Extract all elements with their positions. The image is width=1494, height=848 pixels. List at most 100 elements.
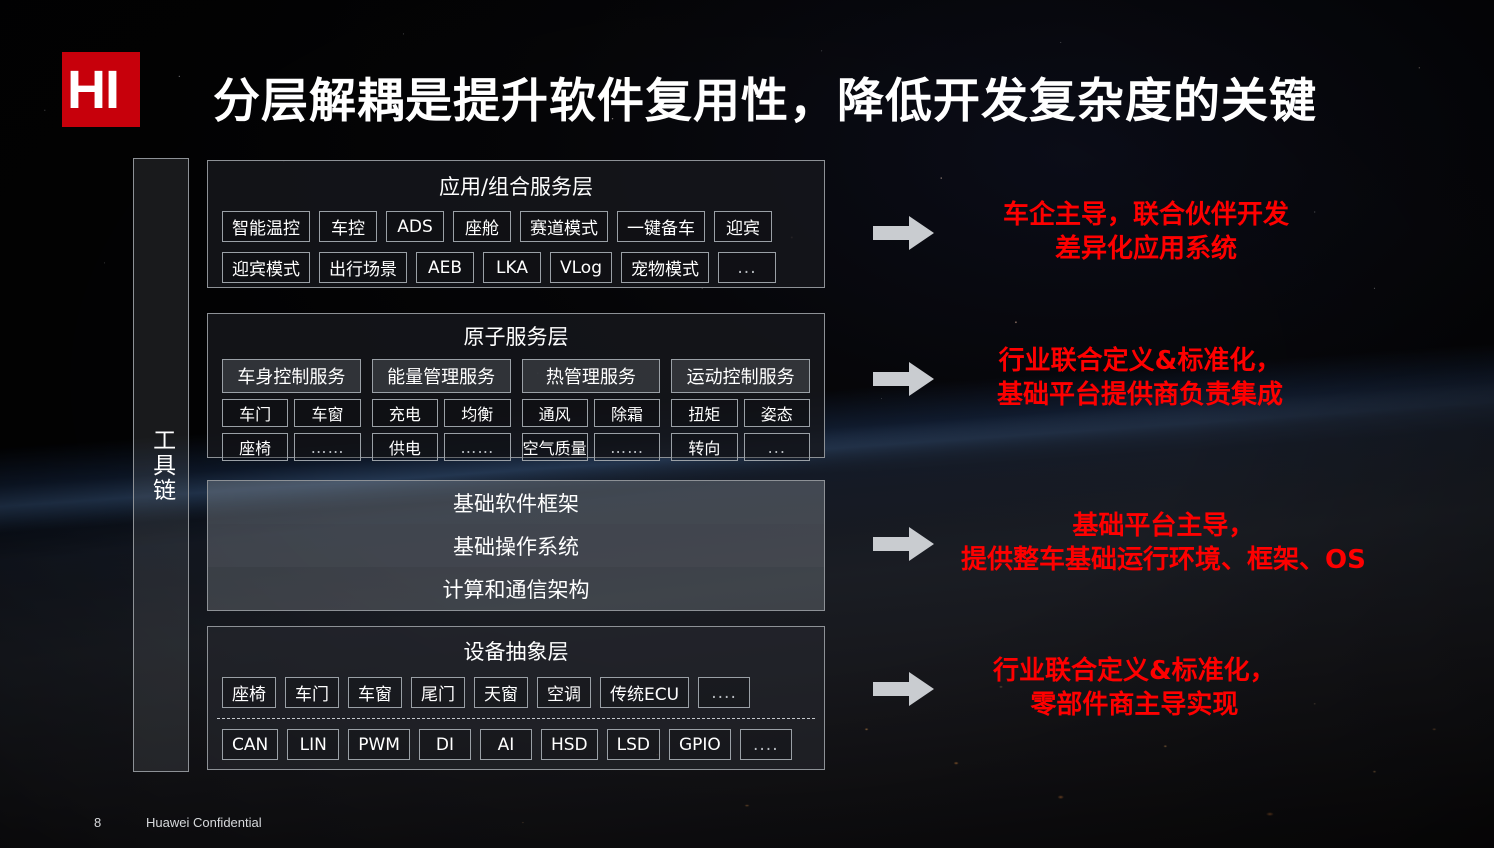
atomic-chip-1-3[interactable]: ……: [444, 433, 511, 461]
bus-chip-8[interactable]: ....: [739, 729, 792, 760]
bus-chip-5[interactable]: HSD: [540, 729, 598, 760]
bus-chip-3[interactable]: DI: [418, 729, 471, 760]
layer-atomic-service: 原子服务层 车身控制服务 车门 车窗 座椅…… 能量管理服务 充电 均衡 供电…… 热管理服务通…: [207, 313, 825, 461]
annotation-foundation-line2: 提供整车基础运行环境、框架、OS: [961, 544, 1366, 575]
device-chip-5[interactable]: 空调: [537, 677, 591, 708]
layer-title-application: 应用/组合服务层: [438, 175, 594, 199]
device-chip-row: 座椅 车门 车窗 尾门 天窗 空调 传统ECU....: [208, 677, 824, 708]
atomic-group-1-row-1: 供电……: [371, 433, 511, 461]
application-chip-4[interactable]: VLog: [550, 252, 612, 283]
atomic-chip-3-0[interactable]: 扭矩: [671, 399, 738, 427]
bus-protocol-chip-row: CAN LIN PWM DI AI HSD LSD GPIO....: [208, 729, 824, 760]
atomic-chip-2-1[interactable]: 除霜: [593, 399, 661, 427]
arrow-right-icon: [873, 215, 934, 250]
application-chip-1[interactable]: 车控: [319, 211, 377, 242]
application-chip-row-1: 智能温控 车控 ADS 座舱 赛道模式 一键备车 迎宾: [208, 211, 824, 242]
annotation-device-text: 行业联合定义&标准化， 零部件商主导实现: [993, 655, 1276, 723]
atomic-chip-2-3[interactable]: ……: [593, 433, 661, 461]
annotation-device: 行业联合定义&标准化， 零部件商主导实现: [873, 655, 1276, 723]
application-chip-3[interactable]: LKA: [483, 252, 541, 283]
atomic-group-header-0[interactable]: 车身控制服务: [222, 359, 361, 393]
annotation-foundation-line1: 基础平台主导，: [1072, 511, 1255, 541]
atomic-chip-2-0[interactable]: 通风: [521, 399, 588, 427]
atomic-group-header-2[interactable]: 热管理服务: [521, 359, 661, 393]
layer-title-device: 设备抽象层: [463, 640, 569, 664]
application-chip-0[interactable]: 迎宾模式: [222, 252, 310, 283]
atomic-chip-3-2[interactable]: 转向: [671, 433, 738, 461]
application-chip-2[interactable]: AEB: [416, 252, 474, 283]
application-chip-6[interactable]: 迎宾: [714, 211, 772, 242]
application-chip-5[interactable]: 一键备车: [617, 211, 705, 242]
slide-canvas: HI 分层解耦是提升软件复用性，降低开发复杂度的关键 工具链 应用/组合服务层 …: [0, 0, 1494, 848]
device-chip-2[interactable]: 车窗: [348, 677, 402, 708]
atomic-chip-2-2[interactable]: 空气质量: [521, 433, 588, 461]
annotation-application-line2: 差异化应用系统: [1055, 233, 1238, 264]
page-title: 分层解耦是提升软件复用性，降低开发复杂度的关键: [213, 74, 1317, 129]
atomic-chip-3-3[interactable]: ...: [743, 433, 810, 461]
atomic-group-0: 车身控制服务 车门 车窗 座椅……: [222, 359, 361, 461]
application-chip-5[interactable]: 宠物模式: [621, 252, 709, 283]
application-chip-row-2: 迎宾模式 出行场景 AEB LKA VLog 宠物模式...: [208, 252, 824, 283]
application-chip-3[interactable]: 座舱: [453, 211, 511, 242]
atomic-chip-1-2[interactable]: 供电: [371, 433, 439, 461]
footer-confidentiality: Huawei Confidential: [146, 815, 262, 830]
device-chip-7[interactable]: ....: [698, 677, 751, 708]
atomic-chip-0-1[interactable]: 车窗: [294, 399, 361, 427]
atomic-chip-1-0[interactable]: 充电: [371, 399, 439, 427]
application-chip-1[interactable]: 出行场景: [319, 252, 407, 283]
bus-chip-2[interactable]: PWM: [348, 729, 410, 760]
atomic-group-header-1[interactable]: 能量管理服务: [371, 359, 511, 393]
annotation-application-text: 车企主导，联合伙伴开发 差异化应用系统: [1003, 199, 1289, 267]
atomic-chip-0-3[interactable]: ……: [294, 433, 361, 461]
layer-foundation-platform: 基础软件框架 基础操作系统 计算和通信架构: [207, 480, 825, 611]
device-bus-separator: [217, 718, 815, 719]
atomic-group-1: 能量管理服务 充电 均衡 供电……: [371, 359, 511, 461]
toolchain-rail: 工具链: [133, 158, 189, 772]
application-chip-6[interactable]: ...: [718, 252, 776, 283]
annotation-atomic-line1: 行业联合定义&标准化，: [998, 346, 1282, 376]
atomic-group-0-row-1: 座椅……: [222, 433, 361, 461]
hi-logo: HI: [62, 52, 140, 127]
annotation-atomic-line2: 基础平台提供商负责集成: [997, 379, 1284, 410]
foundation-band-compute-comm: 计算和通信架构: [208, 567, 824, 610]
bus-chip-1[interactable]: LIN: [287, 729, 340, 760]
arrow-right-icon: [873, 361, 934, 396]
atomic-group-3-row-0: 扭矩 姿态: [671, 399, 810, 427]
atomic-chip-1-1[interactable]: 均衡: [444, 399, 511, 427]
application-chip-0[interactable]: 智能温控: [222, 211, 310, 242]
foundation-band-operating-system: 基础操作系统: [208, 524, 824, 567]
device-chip-0[interactable]: 座椅: [222, 677, 276, 708]
hi-logo-text: HI: [67, 59, 120, 120]
bus-chip-6[interactable]: LSD: [606, 729, 660, 760]
atomic-group-2-row-0: 通风 除霜: [521, 399, 661, 427]
device-chip-3[interactable]: 尾门: [411, 677, 465, 708]
application-chip-4[interactable]: 赛道模式: [520, 211, 608, 242]
atomic-group-3-row-1: 转向...: [671, 433, 810, 461]
layer-device-abstraction: 设备抽象层 座椅 车门 车窗 尾门 天窗 空调 传统ECU.... CAN LIN PWM DI A…: [207, 626, 825, 770]
atomic-group-header-3[interactable]: 运动控制服务: [671, 359, 810, 393]
annotation-application-line1: 车企主导，联合伙伴开发: [1003, 200, 1290, 230]
arrow-right-icon: [873, 526, 934, 561]
annotation-atomic: 行业联合定义&标准化， 基础平台提供商负责集成: [873, 345, 1283, 413]
atomic-group-2-row-1: 空气质量……: [521, 433, 661, 461]
atomic-chip-3-1[interactable]: 姿态: [743, 399, 810, 427]
atomic-group-2: 热管理服务 通风 除霜 空气质量……: [521, 359, 661, 461]
annotation-device-line2: 零部件商主导实现: [1030, 689, 1239, 720]
bus-chip-0[interactable]: CAN: [222, 729, 279, 760]
atomic-chip-0-2[interactable]: 座椅: [222, 433, 289, 461]
device-chip-6[interactable]: 传统ECU: [600, 677, 690, 708]
atomic-group-3: 运动控制服务 扭矩 姿态 转向...: [671, 359, 810, 461]
atomic-group-1-row-0: 充电 均衡: [371, 399, 511, 427]
bus-chip-4[interactable]: AI: [479, 729, 532, 760]
application-chip-2[interactable]: ADS: [386, 211, 444, 242]
annotation-foundation-text: 基础平台主导， 提供整车基础运行环境、框架、OS: [961, 510, 1366, 578]
device-chip-1[interactable]: 车门: [285, 677, 339, 708]
footer-page-number: 8: [94, 815, 102, 830]
device-chip-4[interactable]: 天窗: [474, 677, 528, 708]
layer-application-composite-service: 应用/组合服务层 智能温控 车控 ADS 座舱 赛道模式 一键备车 迎宾 迎宾模式 出行场景 A…: [207, 160, 825, 288]
bus-chip-7[interactable]: GPIO: [668, 729, 731, 760]
annotation-application: 车企主导，联合伙伴开发 差异化应用系统: [873, 199, 1289, 267]
annotation-foundation: 基础平台主导， 提供整车基础运行环境、框架、OS: [873, 510, 1366, 578]
layer-title-atomic: 原子服务层: [463, 325, 569, 349]
atomic-chip-0-0[interactable]: 车门: [222, 399, 289, 427]
